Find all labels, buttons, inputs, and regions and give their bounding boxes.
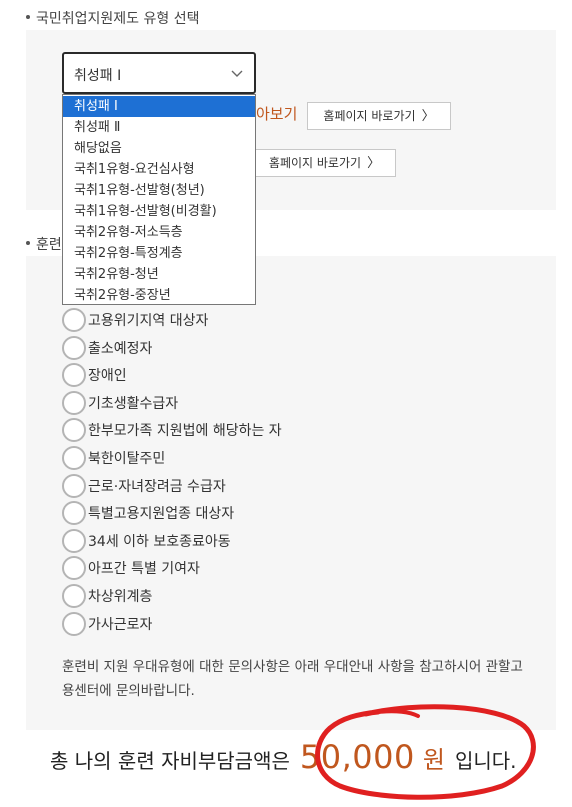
type-select[interactable]: 취성패 Ⅰ [62,52,256,94]
chevron-right-icon: 〉 [367,156,381,171]
dropdown-option[interactable]: 취성패 Ⅰ [63,96,255,117]
radio-label: 34세 이하 보호종료아동 [88,533,231,550]
preference-radio-option[interactable]: 특별고용지원업종 대상자 [62,500,234,526]
radio-label: 출소예정자 [88,340,153,357]
radio-circle-icon[interactable] [62,418,86,443]
bullet-icon [26,15,30,19]
total-unit: 원 [422,746,445,774]
radio-circle-icon[interactable] [62,556,86,581]
preference-radio-option[interactable]: 한부모가족 지원법에 해당하는 자 [62,417,282,443]
section-title-text: 국민취업지원제도 유형 선택 [36,11,200,27]
homepage-button-label: 홈페이지 바로가기 [268,156,362,170]
total-amount: 50,000 [299,738,415,776]
inquiry-note: 훈련비 지원 우대유형에 대한 문의사항은 아래 우대안내 사항을 참고하시어 … [62,659,523,699]
radio-label: 특별고용지원업종 대상자 [88,506,235,523]
chevron-right-icon: 〉 [421,109,435,124]
section-title-text: 훈련 [36,237,62,253]
dropdown-option[interactable]: 국취1유형-선발형(비경활) [63,201,255,222]
total-suffix: 입니다. [454,749,517,773]
radio-label: 근로·자녀장려금 수급자 [88,478,226,495]
radio-circle-icon[interactable] [62,501,86,526]
dropdown-option[interactable]: 국취2유형-청년 [63,264,255,285]
dropdown-option[interactable]: 국취2유형-특정계층 [63,243,255,264]
radio-label: 가사근로자 [88,616,153,633]
dropdown-option[interactable]: 취성패 Ⅱ [63,117,255,138]
radio-label: 장애인 [88,368,127,385]
radio-label: 차상위계층 [88,589,153,605]
radio-label: 기초생활수급자 [88,395,179,412]
radio-circle-icon[interactable] [62,363,86,388]
radio-circle-icon[interactable] [62,390,86,415]
preference-radio-option[interactable]: 차상위계층 [62,583,152,609]
section-title-training: 훈련 [26,234,62,254]
radio-circle-icon[interactable] [62,335,86,360]
lookup-link[interactable]: 아보기 [256,103,297,124]
radio-circle-icon[interactable] [62,308,86,332]
dropdown-option[interactable]: 국취2유형-중장년 [63,285,255,306]
radio-label: 아프간 특별 기여자 [88,561,200,578]
radio-circle-icon[interactable] [62,446,86,470]
preference-radio-option[interactable]: 출소예정자 [62,335,152,361]
homepage-button-1[interactable]: 홈페이지 바로가기 〉 [307,102,451,130]
section-title-type-select: 국민취업지원제도 유형 선택 [26,8,199,28]
preference-radio-option[interactable]: 고용위기지역 대상자 [62,307,208,333]
radio-circle-icon[interactable] [62,528,86,553]
preference-radio-option[interactable]: 근로·자녀장려금 수급자 [62,473,226,499]
chevron-down-icon [231,70,243,77]
dropdown-option[interactable]: 국취2유형-저소득층 [63,222,255,243]
homepage-button-2[interactable]: 홈페이지 바로가기 〉 [253,149,396,177]
preference-radio-option[interactable]: 북한이탈주민 [62,445,165,471]
preference-radio-option[interactable]: 아프간 특별 기여자 [62,555,200,581]
total-prefix: 총 나의 훈련 자비부담금액은 [50,749,290,773]
preference-radio-option[interactable]: 34세 이하 보호종료아동 [62,528,231,554]
radio-label: 한부모가족 지원법에 해당하는 자 [88,423,282,440]
radio-circle-icon[interactable] [62,584,86,608]
preference-radio-option[interactable]: 가사근로자 [62,611,152,637]
radio-label: 북한이탈주민 [88,451,166,467]
dropdown-option[interactable]: 국취1유형-요건심사형 [63,159,255,180]
preference-radio-option[interactable]: 장애인 [62,362,127,388]
homepage-button-label: 홈페이지 바로가기 [323,109,416,123]
type-dropdown-list[interactable]: 취성패 Ⅰ 취성패 Ⅱ 해당없음 국취1유형-요건심사형 국취1유형-선발형(청년) 국취… [62,94,256,305]
radio-label: 고용위기지역 대상자 [88,313,209,329]
bullet-icon [26,241,30,245]
radio-circle-icon[interactable] [62,473,86,498]
dropdown-option[interactable]: 해당없음 [63,138,255,159]
total-cost-line: 총 나의 훈련 자비부담금액은 50,000 원 입니다. [50,738,517,776]
radio-circle-icon[interactable] [62,611,86,636]
select-value: 취성패 Ⅰ [74,68,122,84]
dropdown-option[interactable]: 국취1유형-선발형(청년) [63,180,255,201]
preference-radio-option[interactable]: 기초생활수급자 [62,390,178,416]
